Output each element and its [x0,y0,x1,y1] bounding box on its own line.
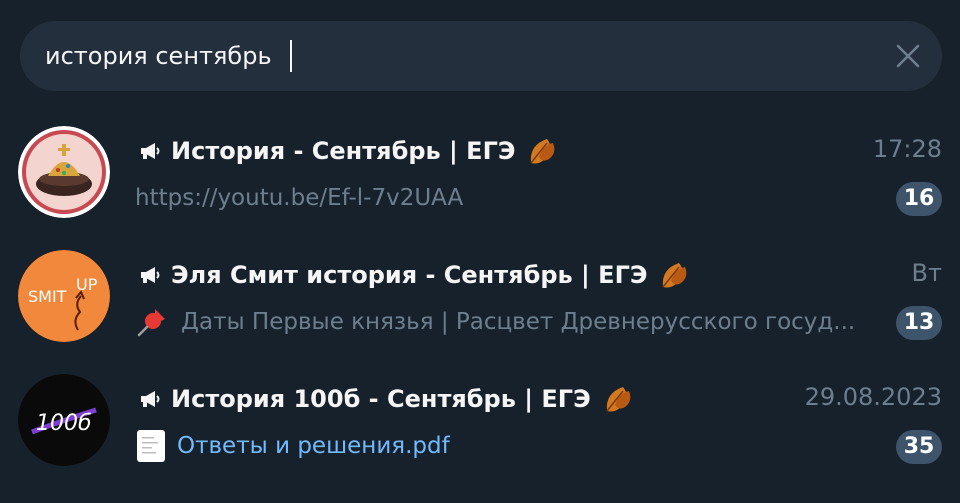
autumn-leaf-icon [662,263,687,288]
svg-text:UP: UP [76,275,98,294]
chat-title: История - Сентябрь | ЕГЭ [171,137,516,165]
unread-badge: 16 [896,182,942,216]
document-thumbnail-icon [137,430,165,462]
chat-result-item[interactable]: 100б История 100б - Сентябрь | ЕГЭ 29.08… [0,355,960,479]
megaphone-icon [141,391,160,407]
message-time: 29.08.2023 [804,383,942,411]
chat-title: Эля Смит история - Сентябрь | ЕГЭ [171,261,648,289]
megaphone-icon [141,143,160,159]
chat-result-item[interactable]: SMIT UP Эля Смит история - Сентябрь | ЕГ… [0,231,960,355]
file-link[interactable]: Ответы и решения.pdf [177,433,450,459]
pushpin-icon [137,309,165,337]
message-preview: Даты Первые князья | Расцвет Древнерусск… [181,309,856,335]
autumn-leaf-icon [530,139,555,164]
chat-title: История 100б - Сентябрь | ЕГЭ [171,385,591,413]
search-results-list: История - Сентябрь | ЕГЭ 17:28 https://y… [0,107,960,479]
100b-avatar: 100б [18,374,110,466]
message-time: 17:28 [872,135,942,163]
hat-avatar [18,126,110,218]
svg-text:SMIT: SMIT [28,287,67,306]
message-preview: https://youtu.be/Ef-l-7v2UAA [135,185,464,211]
smitup-avatar: SMIT UP [18,250,110,342]
search-input[interactable] [45,21,865,91]
close-icon[interactable] [894,42,922,70]
chat-result-item[interactable]: История - Сентябрь | ЕГЭ 17:28 https://y… [0,107,960,231]
search-bar[interactable] [20,21,942,91]
unread-badge: 35 [896,430,942,464]
text-caret [290,40,292,72]
unread-badge: 13 [896,306,942,340]
svg-text:100б: 100б [36,411,92,436]
message-time: Вт [911,259,942,287]
autumn-leaf-icon [606,387,631,412]
megaphone-icon [141,267,160,283]
